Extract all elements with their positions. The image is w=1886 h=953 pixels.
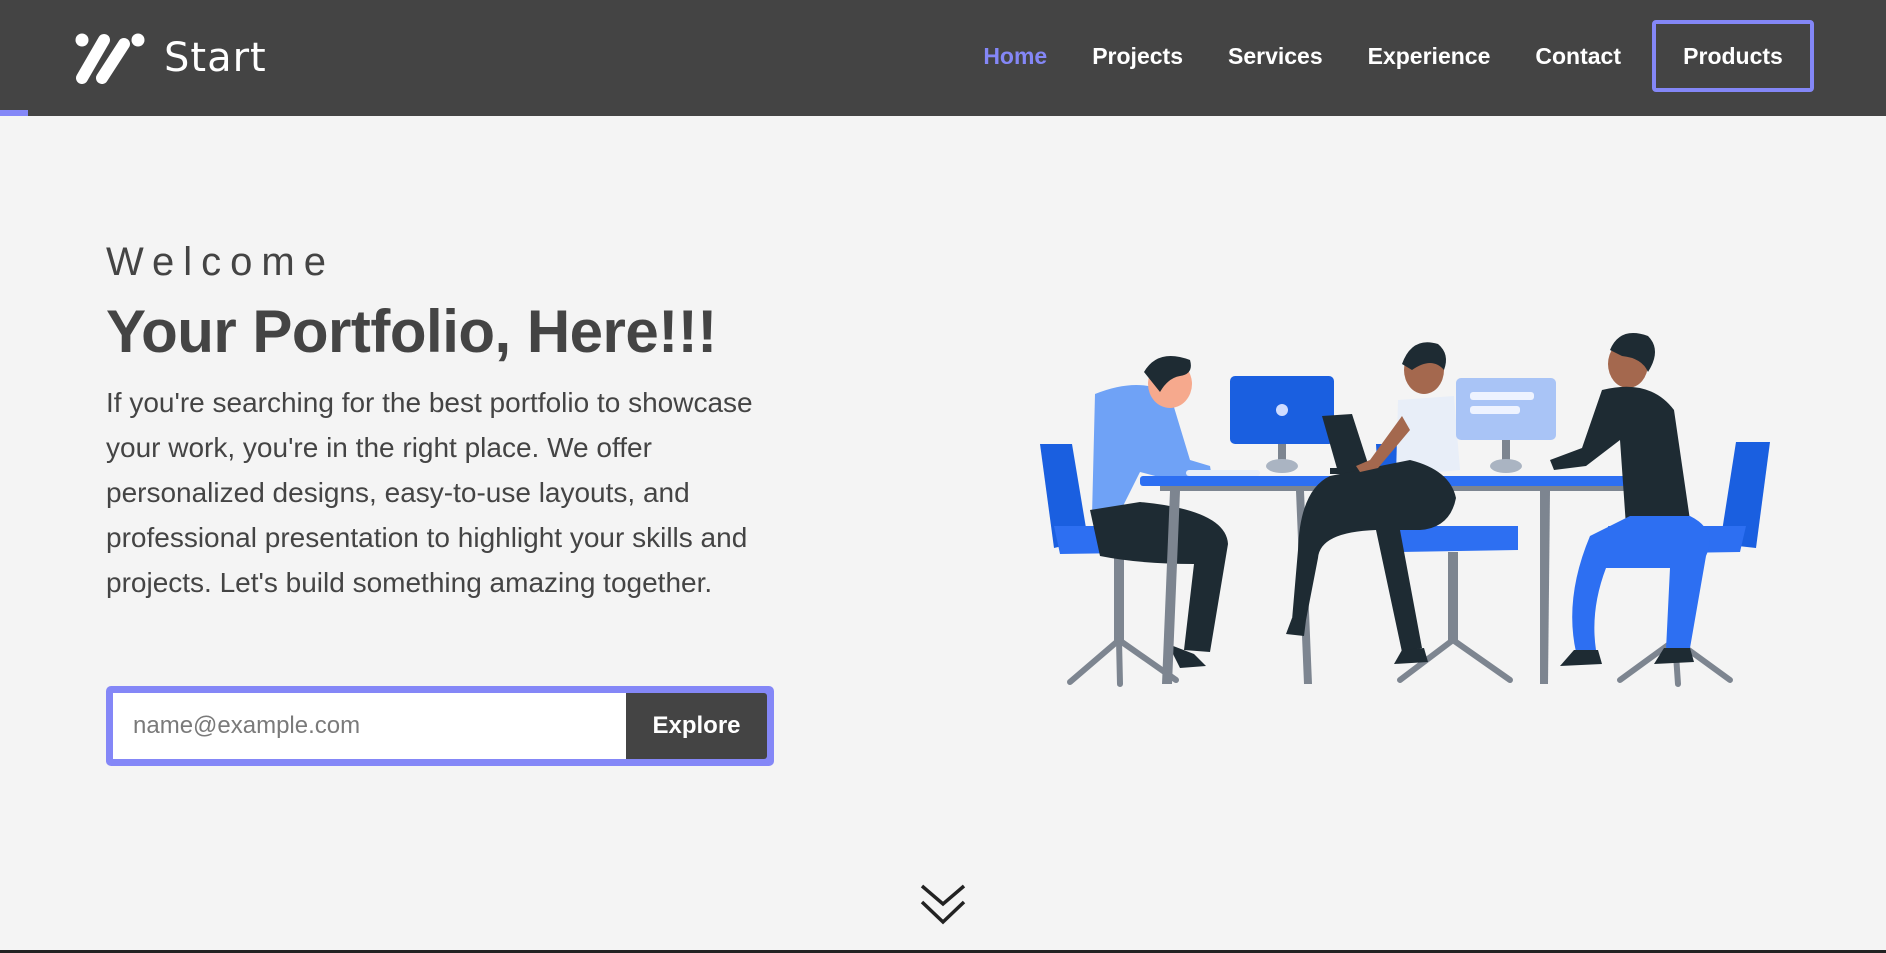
scroll-progress-fill — [0, 110, 29, 116]
hero-description: If you're searching for the best portfol… — [106, 387, 753, 598]
desk-monitor-light — [1456, 378, 1556, 473]
nav-link-home[interactable]: Home — [983, 43, 1047, 70]
nav-link-contact[interactable]: Contact — [1535, 43, 1621, 70]
explore-button[interactable]: Explore — [626, 693, 767, 759]
brand-home-link[interactable]: Start — [74, 32, 267, 84]
nav-link-projects[interactable]: Projects — [1092, 43, 1183, 70]
hero-title: Your Portfolio, Here!!! — [106, 298, 717, 365]
scroll-progress-bar — [0, 110, 1886, 116]
top-navbar: Start Home Projects Services Experience … — [0, 0, 1886, 116]
main-nav: Home Projects Services Experience Contac… — [938, 20, 1814, 92]
hero-section: Welcome Your Portfolio, Here!!! If you'r… — [106, 240, 786, 605]
team-working-at-desk-illustration — [1040, 333, 1770, 687]
nav-link-experience[interactable]: Experience — [1368, 43, 1491, 70]
hero-eyebrow: Welcome — [106, 240, 335, 284]
nav-link-services[interactable]: Services — [1228, 43, 1323, 70]
email-field[interactable] — [113, 693, 626, 759]
double-chevron-down-icon[interactable] — [918, 880, 968, 930]
desk-monitor-blue — [1230, 376, 1334, 473]
brand-name: Start — [164, 35, 267, 81]
products-button[interactable]: Products — [1652, 20, 1814, 92]
slash-dots-logo-icon — [75, 33, 145, 84]
right-person — [1550, 333, 1710, 666]
email-signup-form: Explore — [106, 686, 774, 766]
